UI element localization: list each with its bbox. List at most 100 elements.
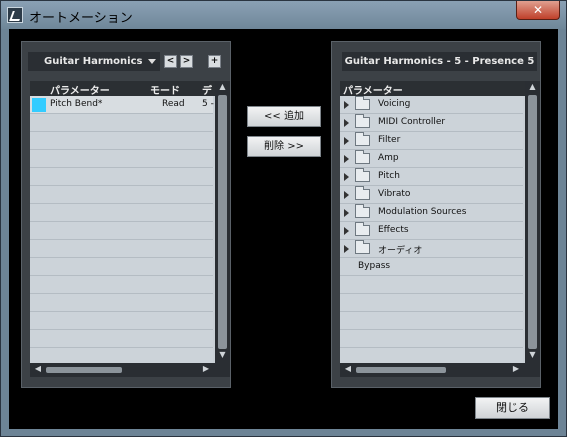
folder-icon [355,222,370,236]
preset-title: Guitar Harmonics - 5 - Presence 5 [342,52,537,71]
scroll-up-icon[interactable]: ▲ [217,82,228,94]
empty-row [30,276,213,294]
tree-folder[interactable]: Amp [340,150,523,168]
tree-item[interactable]: Bypass [340,258,523,276]
scroll-right-icon[interactable]: ▶ [510,364,522,376]
track-color-swatch[interactable] [32,98,46,112]
empty-row [30,222,213,240]
empty-row [30,258,213,276]
window-title: オートメーション [29,11,133,26]
empty-row [30,150,213,168]
tree-rows: Voicing MIDI Controller Filter Amp Pitch Vibr… [340,96,523,366]
tree-folder[interactable]: Effects [340,222,523,240]
empty-row [340,312,523,330]
chevron-down-icon [148,59,156,64]
empty-row [340,330,523,348]
expand-arrow-icon[interactable] [344,137,349,145]
item-label: Bypass [358,261,391,271]
expand-arrow-icon[interactable] [344,173,349,181]
assigned-parameters-panel: Guitar Harmonics < > + パラメーター モード デ Pitc… [21,41,231,388]
empty-row [340,276,523,294]
empty-row [30,240,213,258]
tree-header: パラメーター [340,81,540,97]
scroll-thumb[interactable] [218,95,227,349]
empty-row [30,204,213,222]
folder-icon [355,168,370,182]
folder-icon [355,240,370,254]
folder-label: Amp [378,153,399,163]
expand-arrow-icon[interactable] [344,101,349,109]
scroll-down-icon[interactable]: ▼ [217,350,228,362]
expand-arrow-icon[interactable] [344,245,349,253]
title-bar[interactable]: オートメーション ✕ [1,1,566,29]
folder-label: Pitch [378,171,400,181]
horizontal-scrollbar[interactable]: ◀ ▶ [340,363,540,377]
folder-label: MIDI Controller [378,117,446,127]
prev-button[interactable]: < [164,55,177,68]
empty-row [30,168,213,186]
empty-row [30,132,213,150]
scroll-up-icon[interactable]: ▲ [527,82,538,94]
scroll-down-icon[interactable]: ▼ [527,350,538,362]
tree-folder[interactable]: Modulation Sources [340,204,523,222]
window-close-button[interactable]: ✕ [516,1,560,20]
tree-folder[interactable]: オーディオ [340,240,523,258]
mode-cell[interactable]: Read [162,99,185,109]
empty-row [30,114,213,132]
expand-arrow-icon[interactable] [344,119,349,127]
expand-arrow-icon[interactable] [344,209,349,217]
next-button[interactable]: > [180,55,193,68]
column-mode[interactable]: モード [150,82,180,97]
empty-row [30,186,213,204]
tree-folder[interactable]: Vibrato [340,186,523,204]
folder-icon [355,150,370,164]
folder-label: Vibrato [378,189,411,199]
expand-arrow-icon[interactable] [344,191,349,199]
instrument-dropdown-value: Guitar Harmonics [44,56,143,67]
assigned-parameters-list: パラメーター モード デ Pitch Bend* Read 5 - ▲ ▼ ◀ ▶ [30,81,230,377]
app-icon [7,7,23,23]
list-header: パラメーター モード デ [30,81,230,97]
vertical-scrollbar[interactable]: ▲ ▼ [215,81,230,363]
available-parameters-tree: パラメーター Voicing MIDI Controller Filter Amp Pi… [340,81,540,377]
folder-icon [355,204,370,218]
empty-row [340,294,523,312]
parameter-cell: Pitch Bend* [50,99,103,109]
column-extra[interactable]: デ [202,82,212,97]
tree-folder[interactable]: Pitch [340,168,523,186]
scroll-left-icon[interactable]: ◀ [342,364,354,376]
folder-icon [355,186,370,200]
available-parameters-panel: Guitar Harmonics - 5 - Presence 5 パラメーター… [331,41,541,388]
tree-folder[interactable]: Filter [340,132,523,150]
vertical-scrollbar[interactable]: ▲ ▼ [525,81,540,363]
scroll-thumb[interactable] [356,367,446,373]
empty-row [30,294,213,312]
close-button[interactable]: 閉じる [475,397,550,419]
scroll-right-icon[interactable]: ▶ [200,364,212,376]
automation-window: オートメーション ✕ Guitar Harmonics < > + パラメーター… [0,0,567,437]
empty-row [30,330,213,348]
add-track-button[interactable]: + [208,55,221,68]
remove-parameter-button[interactable]: 削除 >> [247,136,321,157]
expand-arrow-icon[interactable] [344,227,349,235]
folder-label: Voicing [378,99,411,109]
instrument-dropdown[interactable]: Guitar Harmonics [28,52,160,71]
scroll-thumb[interactable] [46,367,122,373]
column-parameter[interactable]: パラメーター [343,82,403,97]
empty-row [30,312,213,330]
tree-folder[interactable]: MIDI Controller [340,114,523,132]
column-parameter[interactable]: パラメーター [50,82,110,97]
folder-label: Effects [378,225,409,235]
horizontal-scrollbar[interactable]: ◀ ▶ [30,363,230,377]
folder-label: Filter [378,135,401,145]
scroll-left-icon[interactable]: ◀ [32,364,44,376]
extra-cell: 5 - [202,99,214,109]
folder-label: Modulation Sources [378,207,467,217]
tree-folder[interactable]: Voicing [340,96,523,114]
expand-arrow-icon[interactable] [344,155,349,163]
scroll-thumb[interactable] [528,95,537,349]
assigned-rows: Pitch Bend* Read 5 - [30,96,214,366]
add-parameter-button[interactable]: << 追加 [247,106,321,127]
table-row[interactable]: Pitch Bend* Read 5 - [30,96,214,114]
dialog-body: Guitar Harmonics < > + パラメーター モード デ Pitc… [9,29,558,429]
